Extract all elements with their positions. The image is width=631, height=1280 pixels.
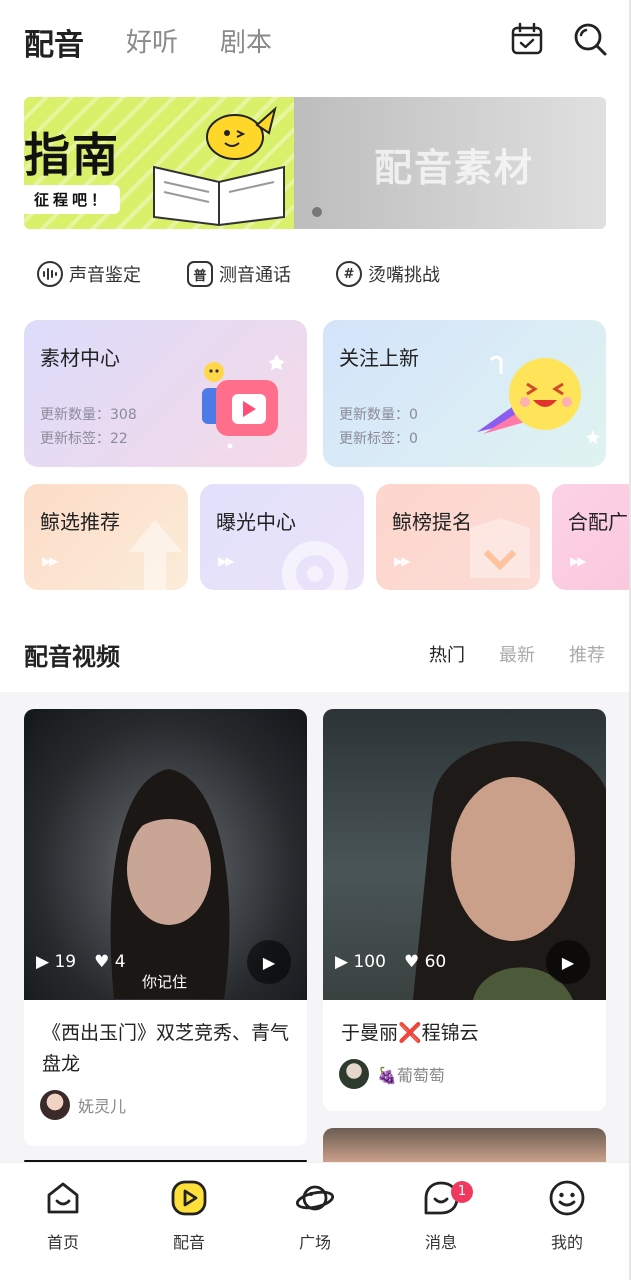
banner-slide-guide[interactable]: 指南 征程吧！ <box>24 97 294 229</box>
video-author[interactable]: 妩灵儿 <box>24 1080 307 1134</box>
nav-label: 首页 <box>46 1233 79 1252</box>
play-count: ▶ 19 <box>36 952 77 972</box>
avatar[interactable] <box>339 1059 369 1089</box>
nav-dubbing[interactable]: 配音 <box>149 1175 229 1253</box>
bottom-navigation: 首页 配音 广场 1 消息 我的 <box>0 1162 631 1280</box>
search-icon[interactable] <box>573 22 607 56</box>
follow-new-card[interactable]: 关注上新 更新数量：0 更新标签：0 <box>323 320 606 467</box>
dubbing-icon <box>171 1180 207 1216</box>
card-title: 素材中心 <box>40 346 120 370</box>
play-button-icon[interactable]: ▶ <box>546 940 590 984</box>
card-title: 鲸选推荐 <box>40 510 120 534</box>
video-stats: ▶ 19 ♥ 4 <box>36 952 126 972</box>
quick-link-label: 声音鉴定 <box>69 265 141 286</box>
card-stat-count: 更新数量：308 <box>40 407 137 423</box>
up-arrow-decoration-icon <box>128 520 182 590</box>
standard-mandarin-icon: 普 <box>187 261 213 287</box>
section-title: 配音视频 <box>24 643 120 671</box>
video-thumbnail[interactable]: ▶ 19 ♥ 4 你记住 ▶ <box>24 709 307 1000</box>
quick-link-label: 测音通话 <box>219 265 291 286</box>
nav-label: 我的 <box>550 1233 583 1252</box>
like-count: ♥ 60 <box>403 952 447 972</box>
whale-pick-card[interactable]: 鲸选推荐 ▶▶ <box>24 484 188 590</box>
whale-rank-nomination-card[interactable]: 鲸榜提名 ▶▶ <box>376 484 540 590</box>
home-icon <box>47 1182 79 1214</box>
nav-home[interactable]: 首页 <box>23 1175 103 1253</box>
filter-recommend[interactable]: 推荐 <box>569 641 605 667</box>
video-subtitle-caption: 你记住 <box>142 973 188 991</box>
play-button-icon[interactable]: ▶ <box>247 940 291 984</box>
quick-link-label: 烫嘴挑战 <box>368 265 440 286</box>
nav-plaza[interactable]: 广场 <box>275 1175 355 1253</box>
author-name: 妩灵儿 <box>78 1097 127 1116</box>
card-stat-tags: 更新标签：0 <box>339 431 418 447</box>
banner-title: 指南 <box>24 128 120 182</box>
video-card[interactable]: ▶ 19 ♥ 4 你记住 ▶ 《西出玉门》双芝竞秀、青气盘龙 妩灵儿 <box>24 709 307 1146</box>
quick-link-tongue-twister[interactable]: # 烫嘴挑战 <box>336 258 440 290</box>
filter-latest[interactable]: 最新 <box>499 641 535 667</box>
video-stats: ▶ 100 ♥ 60 <box>335 952 446 972</box>
top-tab-bar: 配音 好听 剧本 <box>0 0 631 82</box>
video-card-partial[interactable] <box>323 1128 606 1162</box>
banner-subtitle: 征程吧！ <box>24 185 121 214</box>
nav-label: 配音 <box>172 1233 205 1252</box>
collab-ad-card[interactable]: 合配广 ▶▶ <box>552 484 631 590</box>
card-title: 合配广 <box>568 510 628 534</box>
filter-hot[interactable]: 热门 <box>429 641 465 667</box>
exposure-center-card[interactable]: 曝光中心 ▶▶ <box>200 484 364 590</box>
carousel-indicator-dot <box>312 207 322 217</box>
video-title[interactable]: 《西出玉门》双芝竞秀、青气盘龙 <box>24 1000 307 1080</box>
video-thumbnail[interactable]: ▶ 100 ♥ 60 ▶ <box>323 709 606 1000</box>
double-arrow-icon: ▶▶ <box>394 554 411 568</box>
banner-carousel[interactable]: 指南 征程吧！ 配音素材 <box>24 97 606 229</box>
calendar-check-icon[interactable] <box>510 22 544 56</box>
tab-script[interactable]: 剧本 <box>220 22 272 59</box>
double-arrow-icon: ▶▶ <box>570 554 587 568</box>
voice-wave-icon <box>37 261 63 287</box>
banner-right-title: 配音素材 <box>374 146 535 190</box>
card-stat-tags: 更新标签：22 <box>40 431 128 447</box>
nav-messages[interactable]: 1 消息 <box>401 1175 481 1253</box>
quick-link-voice-identify[interactable]: 声音鉴定 <box>37 258 141 290</box>
video-camera-icon <box>202 354 284 449</box>
author-name: 🍇葡萄萄 <box>377 1066 445 1085</box>
quick-link-test-call[interactable]: 普 测音通话 <box>187 258 291 290</box>
nav-profile[interactable]: 我的 <box>527 1175 607 1253</box>
tab-dubbing[interactable]: 配音 <box>24 20 84 64</box>
avatar[interactable] <box>40 1090 70 1120</box>
banner-slide-materials[interactable]: 配音素材 <box>294 97 606 229</box>
sun-decoration-icon <box>282 541 348 590</box>
planet-icon <box>295 1185 335 1211</box>
hashtag-icon: # <box>336 261 362 287</box>
video-title[interactable]: 于曼丽❌程锦云 <box>323 1000 606 1049</box>
yellow-whale-mascot-icon <box>206 106 277 160</box>
material-center-card[interactable]: 素材中心 更新数量：308 更新标签：22 <box>24 320 307 467</box>
double-arrow-icon: ▶▶ <box>42 554 59 568</box>
play-count: ▶ 100 <box>335 952 386 972</box>
card-title: 关注上新 <box>339 346 419 370</box>
like-count: ♥ 4 <box>94 952 126 972</box>
tab-good-listen[interactable]: 好听 <box>126 22 178 59</box>
chevron-shield-decoration-icon <box>470 518 530 578</box>
card-stat-count: 更新数量：0 <box>339 407 418 423</box>
unread-badge: 1 <box>451 1181 473 1203</box>
winking-emoji-icon <box>477 355 600 444</box>
video-author[interactable]: 🍇葡萄萄 <box>323 1049 606 1103</box>
video-card[interactable]: ▶ 100 ♥ 60 ▶ 于曼丽❌程锦云 🍇葡萄萄 <box>323 709 606 1111</box>
double-arrow-icon: ▶▶ <box>218 554 235 568</box>
nav-label: 广场 <box>298 1233 331 1252</box>
nav-label: 消息 <box>424 1233 457 1252</box>
smile-icon <box>549 1180 585 1216</box>
